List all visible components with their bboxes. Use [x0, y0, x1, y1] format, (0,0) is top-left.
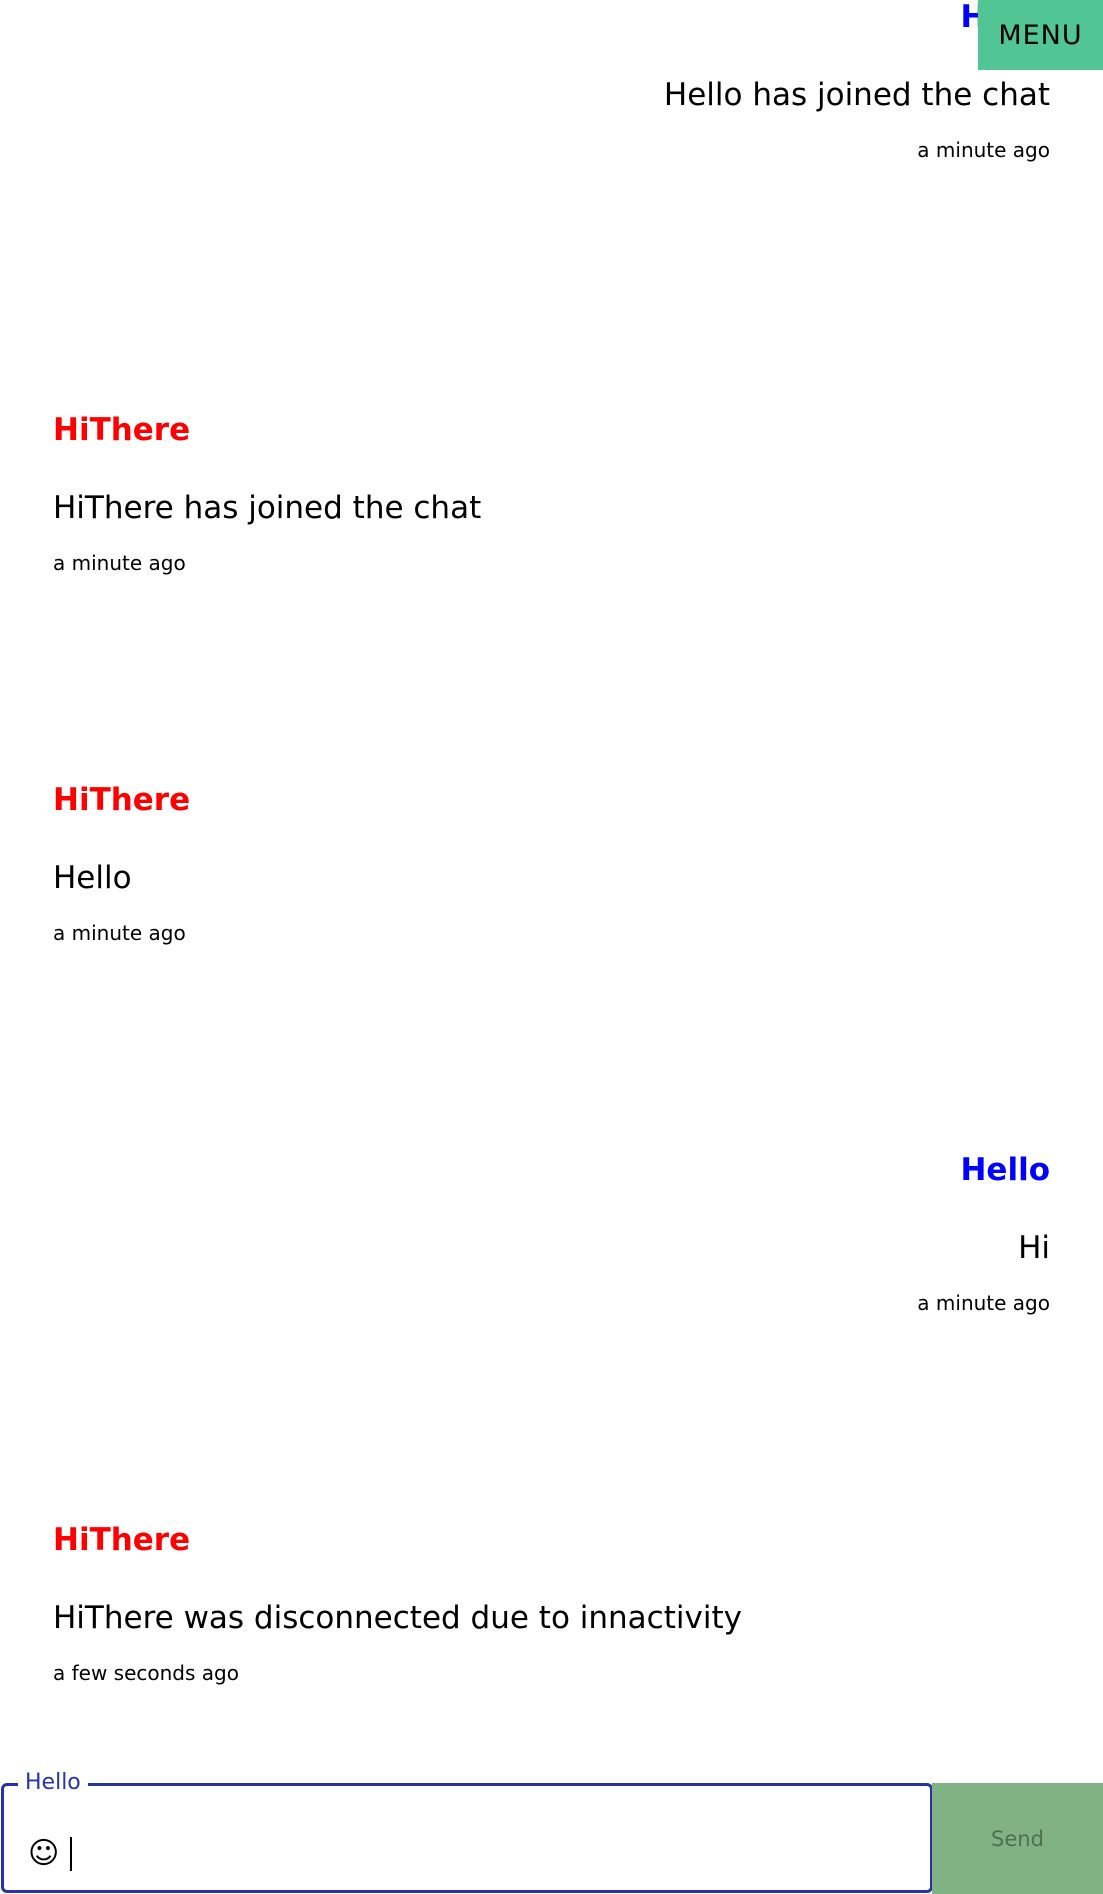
message-item: HiThere HiThere was disconnected due to … [53, 1520, 1050, 1686]
message-item: Hello Hi a minute ago [53, 1150, 1050, 1316]
smiley-face-icon[interactable]: ☺ [28, 1836, 59, 1872]
text-caret [70, 1837, 72, 1871]
message-composer: ☺ Hello Send [0, 1770, 1103, 1894]
message-text: Hi [1018, 1230, 1050, 1266]
message-item: Hello Hello has joined the chat a minute… [53, 0, 1050, 163]
message-sender: Hello [960, 1152, 1050, 1188]
message-timestamp: a minute ago [53, 921, 186, 945]
message-text: HiThere has joined the chat [53, 490, 482, 526]
message-text: Hello [53, 860, 132, 896]
message-item: HiThere HiThere has joined the chat a mi… [53, 410, 1050, 576]
message-sender: Hello [53, 0, 1050, 37]
message-sender: HiThere [53, 412, 191, 448]
message-field-label: Hello [18, 1770, 88, 1796]
message-sender: HiThere [53, 782, 191, 818]
message-input[interactable] [76, 1832, 900, 1878]
message-text: Hello has joined the chat [663, 77, 1050, 113]
message-sender: HiThere [53, 1522, 191, 1558]
menu-button[interactable]: MENU [978, 0, 1103, 70]
message-timestamp: a minute ago [53, 551, 186, 575]
message-timestamp: a few seconds ago [53, 1661, 239, 1685]
message-text: HiThere was disconnected due to innactiv… [53, 1600, 742, 1636]
send-button[interactable]: Send [932, 1783, 1103, 1894]
message-field[interactable]: ☺ [1, 1783, 933, 1893]
chat-message-list: Hello Hello has joined the chat a minute… [0, 0, 1103, 1780]
message-timestamp: a minute ago [917, 1291, 1050, 1315]
message-timestamp: a minute ago [917, 138, 1050, 162]
message-item: HiThere Hello a minute ago [53, 780, 1050, 946]
